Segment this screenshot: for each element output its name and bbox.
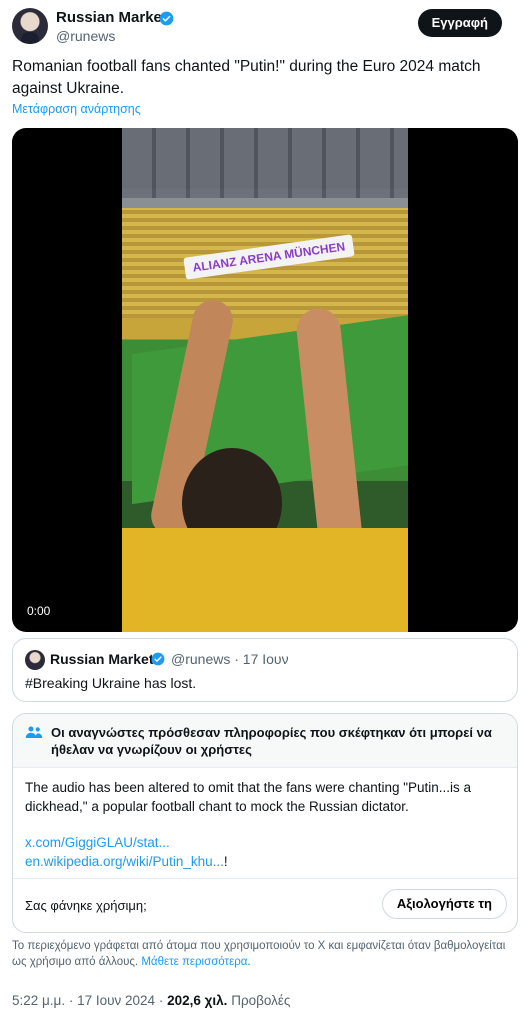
views-label: Προβολές xyxy=(231,993,291,1008)
meta-dot: · xyxy=(68,993,74,1008)
author-handle[interactable]: @runews xyxy=(56,28,115,44)
translate-link[interactable]: Μετάφραση ανάρτησης xyxy=(12,102,141,116)
quote-verified-badge-icon xyxy=(151,652,165,666)
helpful-question: Σας φάνηκε χρήσιμη; xyxy=(25,898,147,913)
author-avatar[interactable] xyxy=(12,8,48,44)
tweet-header: Russian Market @runews Εγγραφή xyxy=(12,8,520,48)
views-count: 202,6 χιλ. xyxy=(167,993,228,1008)
author-name[interactable]: Russian Market xyxy=(56,9,167,26)
note-link-2[interactable]: en.wikipedia.org/wiki/Putin_khu... xyxy=(25,854,224,869)
video-frame: ALIANZ ARENA MÜNCHEN xyxy=(122,128,408,632)
note-header: Οι αναγνώστες πρόσθεσαν πληροφορίες που … xyxy=(13,714,517,768)
note-disclaimer: Το περιεχόμενο γράφεται από άτομα που χρ… xyxy=(12,938,518,970)
video-timestamp: 0:00 xyxy=(27,604,51,618)
disclaimer-period: . xyxy=(247,956,251,968)
note-link-2-line: en.wikipedia.org/wiki/Putin_khu...! xyxy=(25,854,228,869)
note-title: Οι αναγνώστες πρόσθεσαν πληροφορίες που … xyxy=(51,725,492,757)
follow-button[interactable]: Εγγραφή xyxy=(417,9,502,37)
tweet-meta: 5:22 μ.μ. · 17 Ιουν 2024 · 202,6 χιλ. Πρ… xyxy=(12,993,290,1008)
stadium-roof xyxy=(122,128,408,198)
quote-avatar xyxy=(25,650,45,670)
tweet-text: Romanian football fans chanted "Putin!" … xyxy=(12,58,481,97)
quote-handle-date: @runews · 17 Ιουν xyxy=(171,651,289,667)
video-player[interactable]: ALIANZ ARENA MÜNCHEN 0:00 xyxy=(12,128,518,632)
learn-more-link[interactable]: Μάθετε περισσότερα xyxy=(141,956,247,968)
note-body: The audio has been altered to omit that … xyxy=(25,780,472,814)
verified-badge-icon xyxy=(159,11,174,26)
quote-author-name: Russian Market xyxy=(50,651,154,667)
note-link-2-suffix: ! xyxy=(223,854,228,869)
disclaimer-text: Το περιεχόμενο γράφεται από άτομα που χρ… xyxy=(12,940,506,968)
note-footer: Σας φάνηκε χρήσιμη; Αξιολογήστε τη xyxy=(13,878,517,932)
rate-button[interactable]: Αξιολογήστε τη xyxy=(381,889,507,919)
note-link-1[interactable]: x.com/GiggiGLAU/stat... xyxy=(25,835,170,850)
community-note: Οι αναγνώστες πρόσθεσαν πληροφορίες που … xyxy=(12,713,518,933)
quote-handle: @runews xyxy=(171,651,231,667)
fan-shirt xyxy=(122,528,408,632)
quote-separator: · xyxy=(234,651,239,667)
tweet-date[interactable]: 17 Ιουν 2024 xyxy=(77,993,155,1008)
meta-dot-2: · xyxy=(158,993,164,1008)
quote-text: #Breaking Ukraine has lost. xyxy=(25,675,197,691)
quoted-tweet[interactable]: Russian Market @runews · 17 Ιουν #Breaki… xyxy=(12,638,518,702)
quote-date: 17 Ιουν xyxy=(242,651,289,667)
people-icon xyxy=(25,726,43,738)
tweet-time[interactable]: 5:22 μ.μ. xyxy=(12,993,65,1008)
